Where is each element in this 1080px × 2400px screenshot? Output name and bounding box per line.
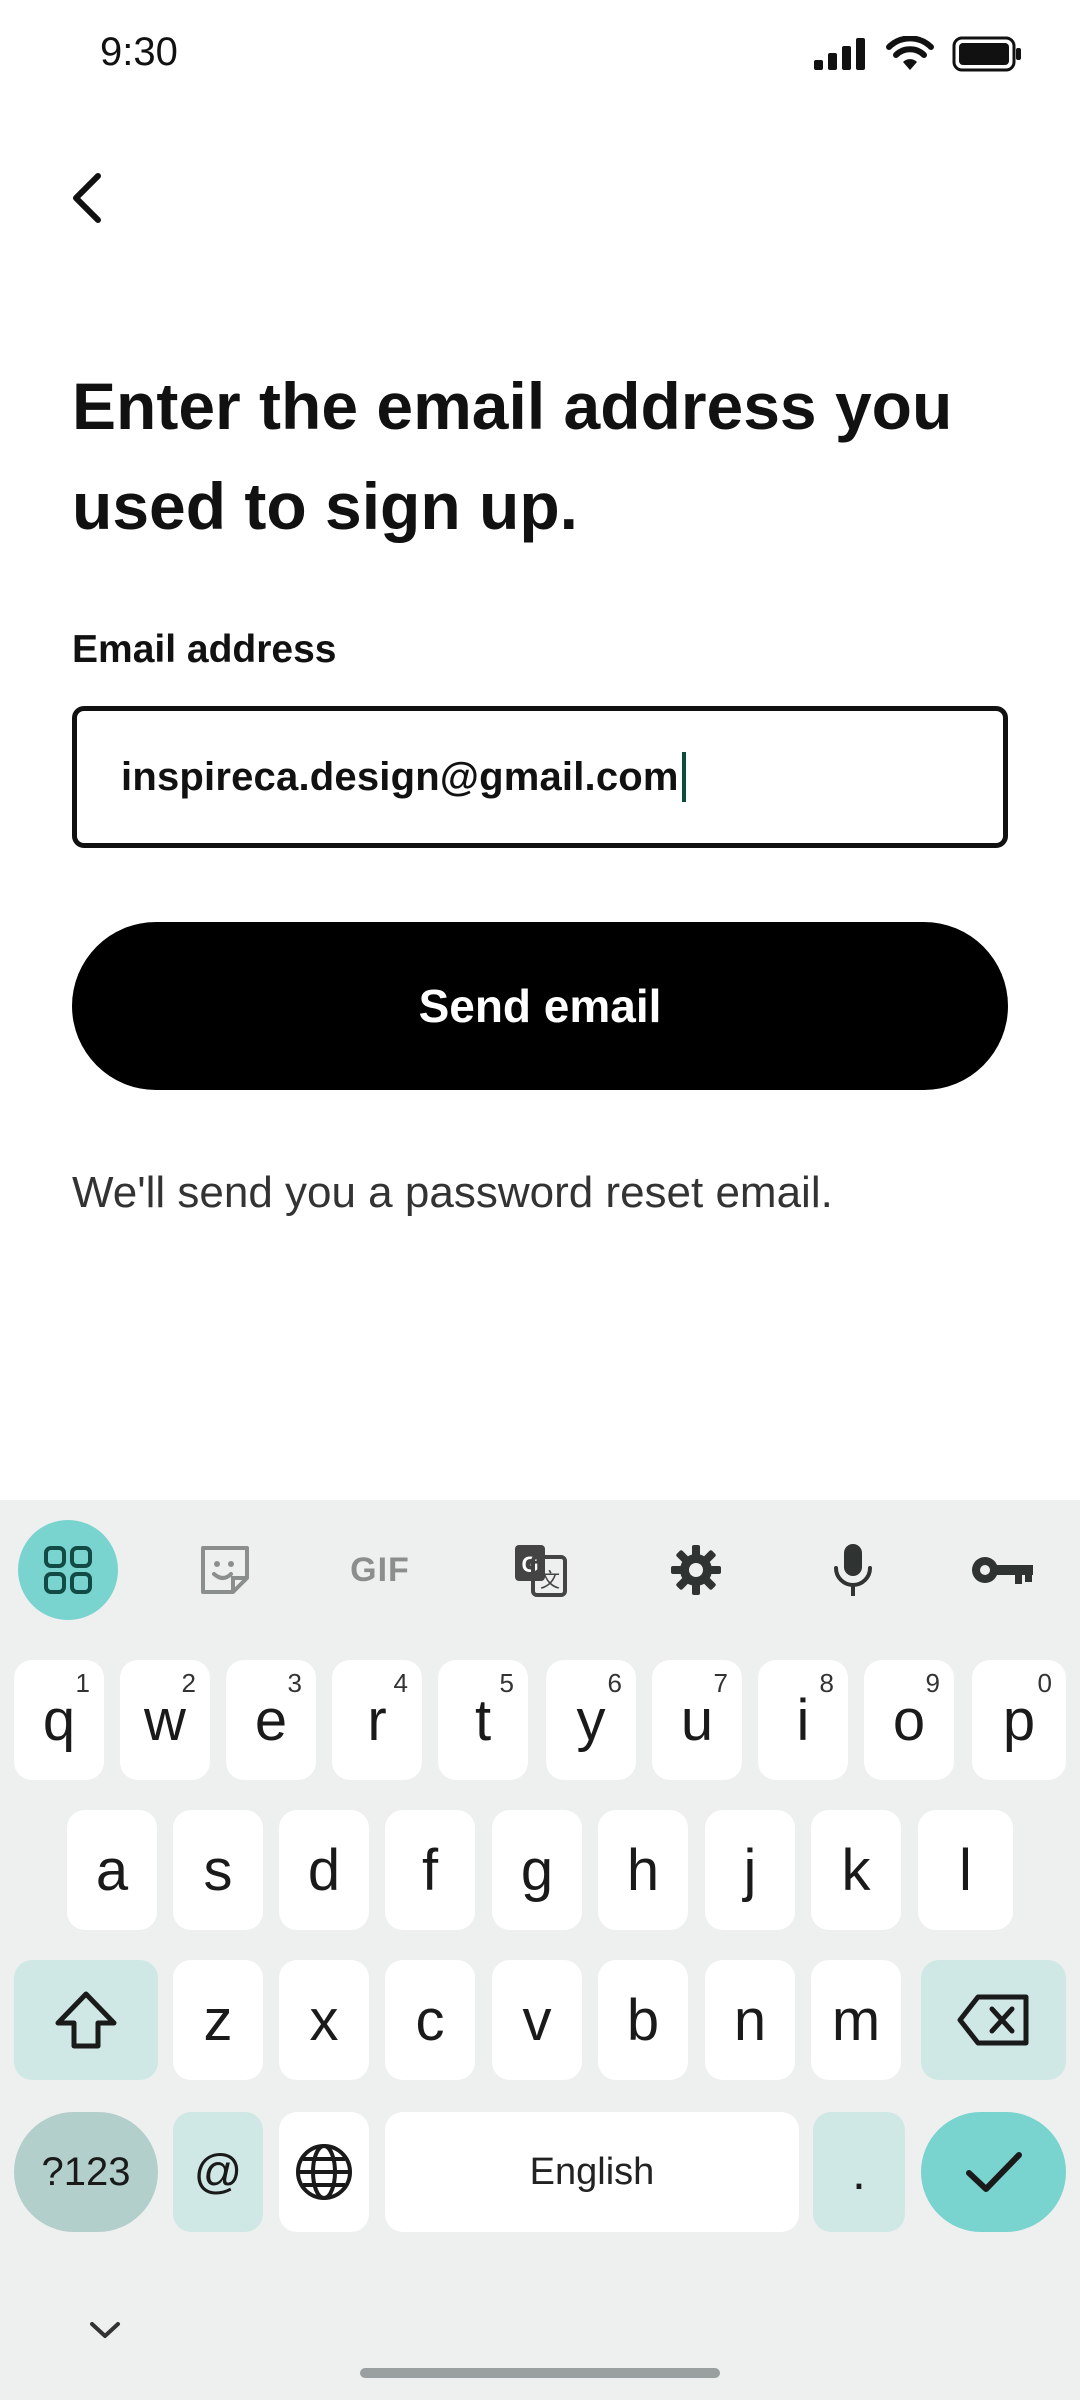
key-k[interactable]: k [811, 1810, 901, 1930]
key-j[interactable]: j [705, 1810, 795, 1930]
email-label: Email address [72, 628, 337, 671]
key-n[interactable]: n [705, 1960, 795, 2080]
key-w[interactable]: w2 [120, 1660, 210, 1780]
status-icons [814, 36, 1022, 72]
key-g[interactable]: g [492, 1810, 582, 1930]
gif-label: GIF [350, 1550, 410, 1589]
key-label: p [1002, 1687, 1036, 1753]
status-bar: 9:30 [0, 0, 1080, 110]
text-cursor [681, 752, 686, 802]
voice-input-button[interactable] [803, 1520, 903, 1620]
chevron-down-icon [90, 2322, 120, 2338]
key-hint: 7 [713, 1668, 728, 1698]
key-label: i [796, 1687, 810, 1753]
key-t[interactable]: t5 [438, 1660, 528, 1780]
backspace-key[interactable] [921, 1960, 1066, 2080]
gear-icon [671, 1545, 721, 1595]
shift-icon [55, 1991, 117, 2049]
keyboard-toolbar: GIF G 文 [0, 1500, 1080, 1630]
key-c[interactable]: c [385, 1960, 475, 2080]
key-label: w [144, 1687, 186, 1753]
key-o[interactable]: o9 [864, 1660, 954, 1780]
key-hint: 1 [75, 1668, 90, 1698]
key-label: r [367, 1687, 387, 1753]
sticker-icon [201, 1546, 249, 1594]
home-indicator[interactable] [360, 2368, 720, 2378]
checkmark-icon [965, 2152, 1022, 2192]
chevron-left-icon [73, 173, 101, 223]
send-email-button[interactable]: Send email [72, 922, 1008, 1090]
key-m[interactable]: m [811, 1960, 901, 2080]
backspace-icon [957, 1994, 1028, 2046]
keyboard: GIF G 文 [0, 1500, 1080, 2400]
password-manager-button[interactable] [952, 1520, 1052, 1620]
key-i[interactable]: i8 [758, 1660, 848, 1780]
language-key[interactable] [279, 2112, 369, 2232]
key-z[interactable]: z [173, 1960, 263, 2080]
key-hint: 5 [499, 1668, 514, 1698]
wifi-icon [886, 36, 934, 70]
period-key[interactable]: . [813, 2112, 905, 2232]
battery-icon [952, 36, 1021, 72]
enter-key[interactable] [921, 2112, 1066, 2232]
shift-key[interactable] [14, 1960, 158, 2080]
key-label: u [680, 1687, 714, 1753]
space-key[interactable]: English [385, 2112, 799, 2232]
key-label: t [474, 1687, 492, 1753]
key-p[interactable]: p0 [972, 1660, 1066, 1780]
microphone-icon [834, 1544, 872, 1596]
key-hint: 9 [925, 1668, 940, 1698]
helper-text: We'll send you a password reset email. [72, 1168, 833, 1217]
key-hint: 8 [819, 1668, 834, 1698]
gif-button[interactable]: GIF [330, 1520, 430, 1620]
key-hint: 3 [287, 1668, 302, 1698]
symbols-key[interactable]: ?123 [14, 2112, 158, 2232]
key-b[interactable]: b [598, 1960, 688, 2080]
key-label: e [254, 1687, 288, 1753]
svg-text:文: 文 [540, 1568, 560, 1592]
sticker-button[interactable] [175, 1520, 275, 1620]
key-u[interactable]: u7 [652, 1660, 742, 1780]
page-title: Enter the email address you used to sign… [72, 369, 953, 543]
email-value: inspireca.design@gmail.com [121, 754, 679, 799]
key-label: q [42, 1687, 76, 1753]
grid-icon [44, 1546, 92, 1594]
at-key[interactable]: @ [173, 2112, 263, 2232]
key-l[interactable]: l [918, 1810, 1013, 1930]
key-hint: 6 [607, 1668, 622, 1698]
settings-button[interactable] [646, 1520, 746, 1620]
key-hint: 2 [181, 1668, 196, 1698]
globe-icon [296, 2144, 352, 2200]
key-d[interactable]: d [279, 1810, 369, 1930]
key-v[interactable]: v [492, 1960, 582, 2080]
hide-keyboard-button[interactable] [80, 2310, 130, 2350]
key-s[interactable]: s [173, 1810, 263, 1930]
key-r[interactable]: r4 [332, 1660, 422, 1780]
key-icon [972, 1557, 1033, 1584]
key-h[interactable]: h [598, 1810, 688, 1930]
key-hint: 4 [393, 1668, 408, 1698]
translate-button[interactable]: G 文 [490, 1520, 590, 1620]
email-field[interactable]: inspireca.design@gmail.com [72, 706, 1008, 848]
key-hint: 0 [1037, 1668, 1052, 1698]
status-time: 9:30 [100, 30, 178, 74]
key-q[interactable]: q1 [14, 1660, 104, 1780]
signal-icon [814, 38, 865, 70]
key-a[interactable]: a [67, 1810, 157, 1930]
key-label: o [892, 1687, 926, 1753]
apps-grid-button[interactable] [18, 1520, 118, 1620]
key-x[interactable]: x [279, 1960, 369, 2080]
key-e[interactable]: e3 [226, 1660, 316, 1780]
back-button[interactable] [48, 158, 128, 238]
key-f[interactable]: f [385, 1810, 475, 1930]
translate-icon: G 文 [515, 1545, 567, 1597]
key-label: y [576, 1687, 606, 1753]
key-y[interactable]: y6 [546, 1660, 636, 1780]
